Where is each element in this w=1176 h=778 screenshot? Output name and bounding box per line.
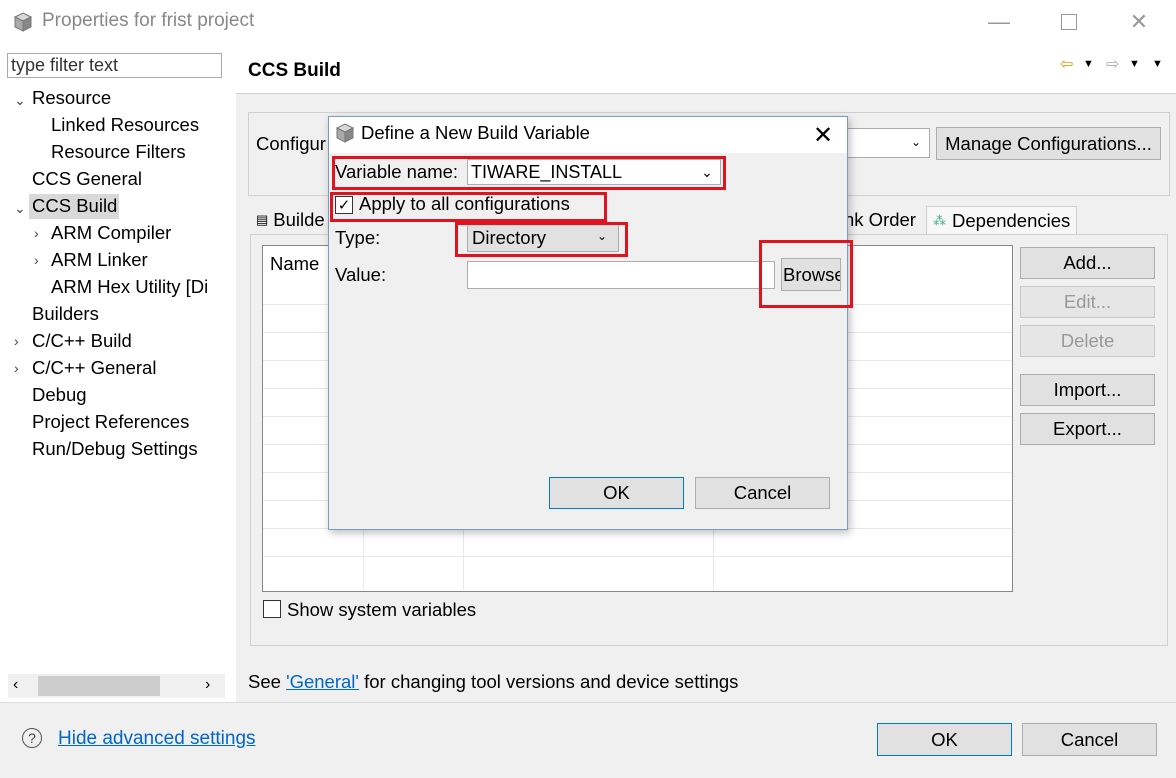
view-menu-chevron-icon[interactable]: ▼: [1152, 58, 1163, 70]
maximize-button[interactable]: [1046, 6, 1092, 38]
hint-prefix: See: [248, 671, 287, 692]
tree-item-run-debug-settings[interactable]: Run/Debug Settings: [32, 437, 198, 461]
tree-item-resource-filters[interactable]: Resource Filters: [51, 140, 186, 164]
dependencies-icon: ⁂: [933, 212, 946, 228]
chevron-down-icon: ⌄: [910, 135, 921, 149]
scroll-left-icon[interactable]: ‹: [13, 676, 18, 694]
page-title: CCS Build: [248, 60, 341, 81]
value-label: Value:: [335, 264, 387, 285]
highlight-variable-name: [332, 156, 726, 190]
help-icon[interactable]: ?: [22, 728, 42, 748]
back-arrow-icon[interactable]: ⇦: [1060, 54, 1073, 74]
tree-item-arm-compiler[interactable]: ARM Compiler: [51, 221, 171, 245]
minimize-icon: —: [988, 9, 1010, 34]
tab-builder-label: Builde: [273, 209, 325, 230]
close-window-button[interactable]: ✕: [1116, 6, 1162, 38]
ok-button[interactable]: OK: [877, 723, 1012, 756]
manage-configurations-button[interactable]: Manage Configurations...: [936, 127, 1161, 160]
hide-advanced-settings-link[interactable]: Hide advanced settings: [58, 728, 256, 750]
window-title: Properties for frist project: [42, 10, 255, 31]
chevron-right-icon[interactable]: ›: [14, 360, 19, 376]
tree-item-arm-linker[interactable]: ARM Linker: [51, 248, 148, 272]
chevron-right-icon[interactable]: ›: [34, 225, 39, 241]
highlight-apply-all: [330, 192, 607, 222]
forward-menu-chevron-icon[interactable]: ▼: [1129, 58, 1140, 70]
tree-item-project-references[interactable]: Project References: [32, 410, 189, 434]
tab-link-order[interactable]: nk Order: [844, 206, 916, 234]
scroll-right-icon[interactable]: ›: [205, 676, 210, 694]
general-settings-hint: See 'General' for changing tool versions…: [248, 671, 738, 693]
scrollbar-thumb[interactable]: [38, 676, 160, 696]
app-cube-icon: [335, 123, 355, 143]
grid-line: [263, 556, 1012, 557]
configuration-combo[interactable]: ⌄: [838, 128, 930, 158]
show-system-variables-label: Show system variables: [287, 599, 477, 620]
type-label: Type:: [335, 227, 381, 248]
tree-item-debug[interactable]: Debug: [32, 383, 87, 407]
tree-item-cc-general[interactable]: C/C++ General: [32, 356, 156, 380]
hint-suffix: for changing tool versions and device se…: [358, 671, 739, 692]
dialog-ok-button[interactable]: OK: [549, 477, 684, 509]
maximize-icon: [1061, 14, 1077, 30]
tree-item-linked-resources[interactable]: Linked Resources: [51, 113, 199, 137]
tab-dependencies[interactable]: ⁂ Dependencies: [926, 206, 1078, 234]
delete-button[interactable]: Delete: [1020, 325, 1155, 357]
tree-item-builders[interactable]: Builders: [32, 302, 99, 326]
highlight-browse: [759, 240, 853, 308]
app-cube-icon: [13, 12, 33, 32]
tree-item-arm-hex-utility[interactable]: ARM Hex Utility [Di: [51, 275, 224, 299]
show-system-variables-checkbox[interactable]: [263, 600, 281, 618]
close-icon[interactable]: ✕: [808, 120, 838, 150]
minimize-button[interactable]: —: [976, 6, 1022, 38]
page-header: [236, 44, 1176, 94]
tree-item-cc-build[interactable]: C/C++ Build: [32, 329, 132, 353]
close-icon: ✕: [1129, 9, 1149, 34]
forward-arrow-icon[interactable]: ⇨: [1106, 54, 1119, 74]
tab-dependencies-label: Dependencies: [952, 209, 1071, 231]
cancel-button[interactable]: Cancel: [1022, 723, 1157, 756]
highlight-type: [455, 222, 628, 257]
column-header-name[interactable]: Name: [270, 253, 319, 275]
dialog-cancel-button[interactable]: Cancel: [695, 477, 830, 509]
edit-button[interactable]: Edit...: [1020, 286, 1155, 318]
tree-item-resource[interactable]: Resource: [32, 86, 111, 110]
chevron-down-icon[interactable]: ⌄: [14, 200, 26, 217]
chevron-down-icon[interactable]: ⌄: [14, 92, 26, 109]
export-button[interactable]: Export...: [1020, 413, 1155, 445]
builder-icon: ▤: [256, 212, 269, 227]
tree-item-ccs-general[interactable]: CCS General: [32, 167, 142, 191]
chevron-right-icon[interactable]: ›: [14, 333, 19, 349]
chevron-right-icon[interactable]: ›: [34, 252, 39, 268]
configuration-label: Configur: [256, 133, 326, 154]
add-button[interactable]: Add...: [1020, 247, 1155, 279]
dialog-title: Define a New Build Variable: [361, 122, 590, 143]
value-input[interactable]: [467, 261, 775, 289]
tab-builder[interactable]: ▤ Builde: [256, 206, 325, 234]
general-link[interactable]: 'General': [286, 671, 359, 692]
filter-input[interactable]: type filter text: [7, 53, 222, 78]
back-menu-chevron-icon[interactable]: ▼: [1083, 58, 1094, 70]
import-button[interactable]: Import...: [1020, 374, 1155, 406]
tree-item-ccs-build[interactable]: CCS Build: [32, 194, 117, 218]
